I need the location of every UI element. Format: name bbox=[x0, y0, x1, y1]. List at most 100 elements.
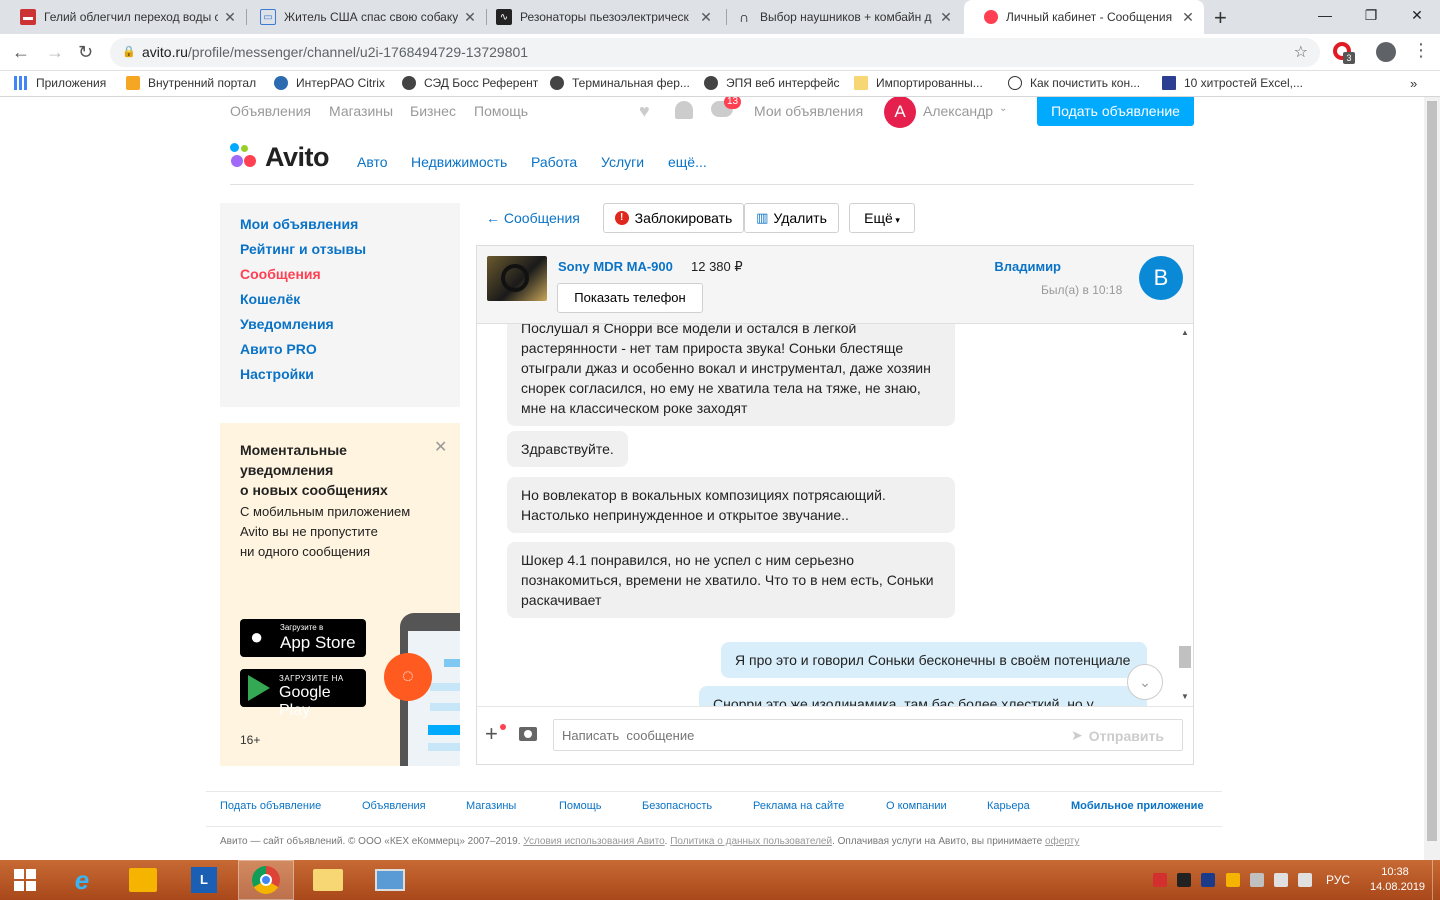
clock[interactable]: 10:38 14.08.2019 bbox=[1370, 865, 1425, 895]
bell-icon[interactable] bbox=[675, 101, 693, 119]
sidebar-item-settings[interactable]: Настройки bbox=[240, 366, 314, 382]
sidebar-item-avito-pro[interactable]: Авито PRO bbox=[240, 341, 317, 357]
footer-advertising[interactable]: Реклама на сайте bbox=[753, 800, 844, 812]
user-name[interactable]: Александр bbox=[923, 103, 993, 119]
bookmark-item[interactable]: Внутренний портал bbox=[126, 76, 256, 90]
internet-explorer-icon[interactable]: e bbox=[54, 860, 110, 900]
scroll-up-arrow-icon[interactable]: ▲ bbox=[1181, 328, 1189, 337]
privacy-link[interactable]: Политика о данных пользователей bbox=[670, 836, 832, 847]
toplink-shops[interactable]: Магазины bbox=[329, 103, 393, 119]
chevron-down-icon[interactable]: ⌄ bbox=[999, 103, 1007, 114]
bookmarks-overflow-icon[interactable]: » bbox=[1410, 76, 1417, 91]
browser-tab[interactable]: ▭ Житель США спас свою собаку ✕ bbox=[240, 0, 486, 34]
browser-tab-active[interactable]: Личный кабинет - Сообщения ✕ bbox=[964, 0, 1204, 34]
google-play-button[interactable]: ЗАГРУЗИТЕ НА Google Play bbox=[240, 669, 366, 719]
sidebar-item-my-ads[interactable]: Мои объявления bbox=[240, 216, 358, 232]
footer-help[interactable]: Помощь bbox=[559, 800, 602, 812]
item-thumbnail[interactable] bbox=[487, 256, 547, 301]
close-tab-icon[interactable]: ✕ bbox=[698, 9, 714, 26]
bookmark-folder[interactable]: Импортированны... bbox=[854, 76, 983, 90]
lync-icon[interactable]: L bbox=[176, 860, 232, 900]
toplink-ads[interactable]: Объявления bbox=[230, 103, 311, 119]
tray-app-icon[interactable] bbox=[1177, 873, 1191, 887]
messages-scrollbar[interactable]: ▲ ▼ bbox=[1177, 324, 1193, 706]
nav-auto[interactable]: Авто bbox=[357, 154, 388, 170]
new-tab-icon[interactable]: + bbox=[1214, 5, 1227, 31]
minimize-icon[interactable]: — bbox=[1302, 0, 1348, 30]
show-desktop-button[interactable] bbox=[1432, 860, 1440, 900]
profile-icon[interactable] bbox=[1376, 42, 1396, 62]
footer-about[interactable]: О компании bbox=[886, 800, 947, 812]
my-ads-link[interactable]: Мои объявления bbox=[754, 103, 863, 119]
nav-jobs[interactable]: Работа bbox=[531, 154, 577, 170]
delete-button[interactable]: ▥ Удалить bbox=[744, 203, 839, 233]
close-window-icon[interactable]: ✕ bbox=[1394, 0, 1440, 30]
chrome-icon[interactable] bbox=[238, 860, 294, 900]
contact-name-link[interactable]: Владимир bbox=[994, 259, 1061, 274]
reload-icon[interactable]: ↻ bbox=[78, 42, 93, 63]
bookmark-item[interactable]: ЭПЯ веб интерфейс bbox=[704, 76, 840, 90]
favorites-heart-icon[interactable]: ♥ bbox=[639, 101, 650, 122]
close-tab-icon[interactable]: ✕ bbox=[938, 9, 954, 26]
printer-tray-icon[interactable] bbox=[1250, 873, 1264, 887]
volume-tray-icon[interactable] bbox=[1298, 873, 1312, 887]
browser-tab[interactable]: ∿ Резонаторы пьезоэлектрическ ✕ bbox=[476, 0, 722, 34]
footer-ads[interactable]: Объявления bbox=[362, 800, 426, 812]
forward-icon[interactable]: → bbox=[46, 42, 64, 63]
file-explorer-icon[interactable] bbox=[300, 860, 356, 900]
browser-tab[interactable]: ∩ Выбор наушников + комбайн д ✕ bbox=[716, 0, 962, 34]
close-tab-icon[interactable]: ✕ bbox=[1180, 9, 1196, 26]
item-title-link[interactable]: Sony MDR MA-900 bbox=[558, 259, 673, 274]
send-button[interactable]: ➤ Отправить bbox=[1071, 727, 1164, 744]
photo-viewer-icon[interactable] bbox=[362, 860, 418, 900]
offer-link[interactable]: оферту bbox=[1045, 836, 1079, 847]
outlook-icon[interactable] bbox=[115, 860, 171, 900]
bookmark-star-icon[interactable]: ☆ bbox=[1294, 38, 1308, 67]
sidebar-item-messages[interactable]: Сообщения bbox=[240, 266, 321, 282]
show-phone-button[interactable]: Показать телефон bbox=[557, 283, 703, 313]
network-tray-icon[interactable] bbox=[1274, 873, 1288, 887]
bookmark-item[interactable]: 10 хитростей Excel,... bbox=[1162, 76, 1303, 90]
page-scrollbar[interactable] bbox=[1424, 97, 1440, 860]
avito-logo-icon[interactable] bbox=[230, 143, 260, 173]
menu-dots-icon[interactable]: ⋮ bbox=[1412, 40, 1430, 61]
restore-icon[interactable]: ❐ bbox=[1348, 0, 1394, 30]
footer-post-ad[interactable]: Подать объявление bbox=[220, 800, 321, 812]
footer-mobile-app[interactable]: Мобильное приложение bbox=[1071, 800, 1204, 812]
avito-logo-text[interactable]: Avito bbox=[265, 142, 330, 173]
page-scrollbar-thumb[interactable] bbox=[1427, 101, 1437, 841]
back-icon[interactable]: ← bbox=[12, 42, 30, 63]
more-button[interactable]: Ещё ▾ bbox=[849, 203, 915, 233]
post-ad-button[interactable]: Подать объявление bbox=[1037, 97, 1194, 126]
language-indicator[interactable]: РУС bbox=[1326, 873, 1350, 887]
attach-plus-icon[interactable]: + bbox=[485, 721, 498, 747]
outlook-tray-icon[interactable] bbox=[1226, 873, 1240, 887]
user-avatar[interactable]: А bbox=[884, 97, 916, 128]
footer-careers[interactable]: Карьера bbox=[987, 800, 1030, 812]
footer-shops[interactable]: Магазины bbox=[466, 800, 516, 812]
close-icon[interactable]: ✕ bbox=[434, 437, 447, 457]
nav-realty[interactable]: Недвижимость bbox=[411, 154, 507, 170]
back-to-messages-link[interactable]: ← Сообщения bbox=[486, 210, 580, 226]
opera-extension-icon[interactable]: 3 bbox=[1333, 42, 1355, 64]
app-store-button[interactable]: ● Загрузите в App Store bbox=[240, 619, 366, 657]
bookmark-item[interactable]: Терминальная фер... bbox=[550, 76, 690, 90]
terms-link[interactable]: Условия использования Авито bbox=[523, 836, 664, 847]
bookmark-item[interactable]: Как почистить кон... bbox=[1008, 76, 1140, 90]
scroll-down-arrow-icon[interactable]: ▼ bbox=[1181, 692, 1189, 701]
toplink-business[interactable]: Бизнес bbox=[410, 103, 456, 119]
bookmark-apps[interactable]: Приложения bbox=[14, 76, 106, 90]
close-tab-icon[interactable]: ✕ bbox=[222, 9, 238, 26]
sidebar-item-ratings[interactable]: Рейтинг и отзывы bbox=[240, 241, 366, 257]
browser-tab[interactable]: ▬ Гелий облегчил переход воды с ✕ bbox=[0, 0, 246, 34]
address-bar[interactable]: 🔒 avito.ru/profile/messenger/channel/u2i… bbox=[110, 38, 1320, 67]
toplink-help[interactable]: Помощь bbox=[474, 103, 528, 119]
contact-avatar[interactable]: В bbox=[1139, 256, 1183, 300]
sidebar-item-wallet[interactable]: Кошелёк bbox=[240, 291, 300, 307]
nav-more[interactable]: ещё... bbox=[668, 154, 707, 170]
bookmark-item[interactable]: СЭД Босс Референт bbox=[402, 76, 538, 90]
kaspersky-tray-icon[interactable] bbox=[1153, 873, 1167, 887]
footer-safety[interactable]: Безопасность bbox=[642, 800, 712, 812]
camera-icon[interactable] bbox=[519, 727, 537, 741]
bookmark-item[interactable]: ИнтерРАО Citrix bbox=[274, 76, 385, 90]
